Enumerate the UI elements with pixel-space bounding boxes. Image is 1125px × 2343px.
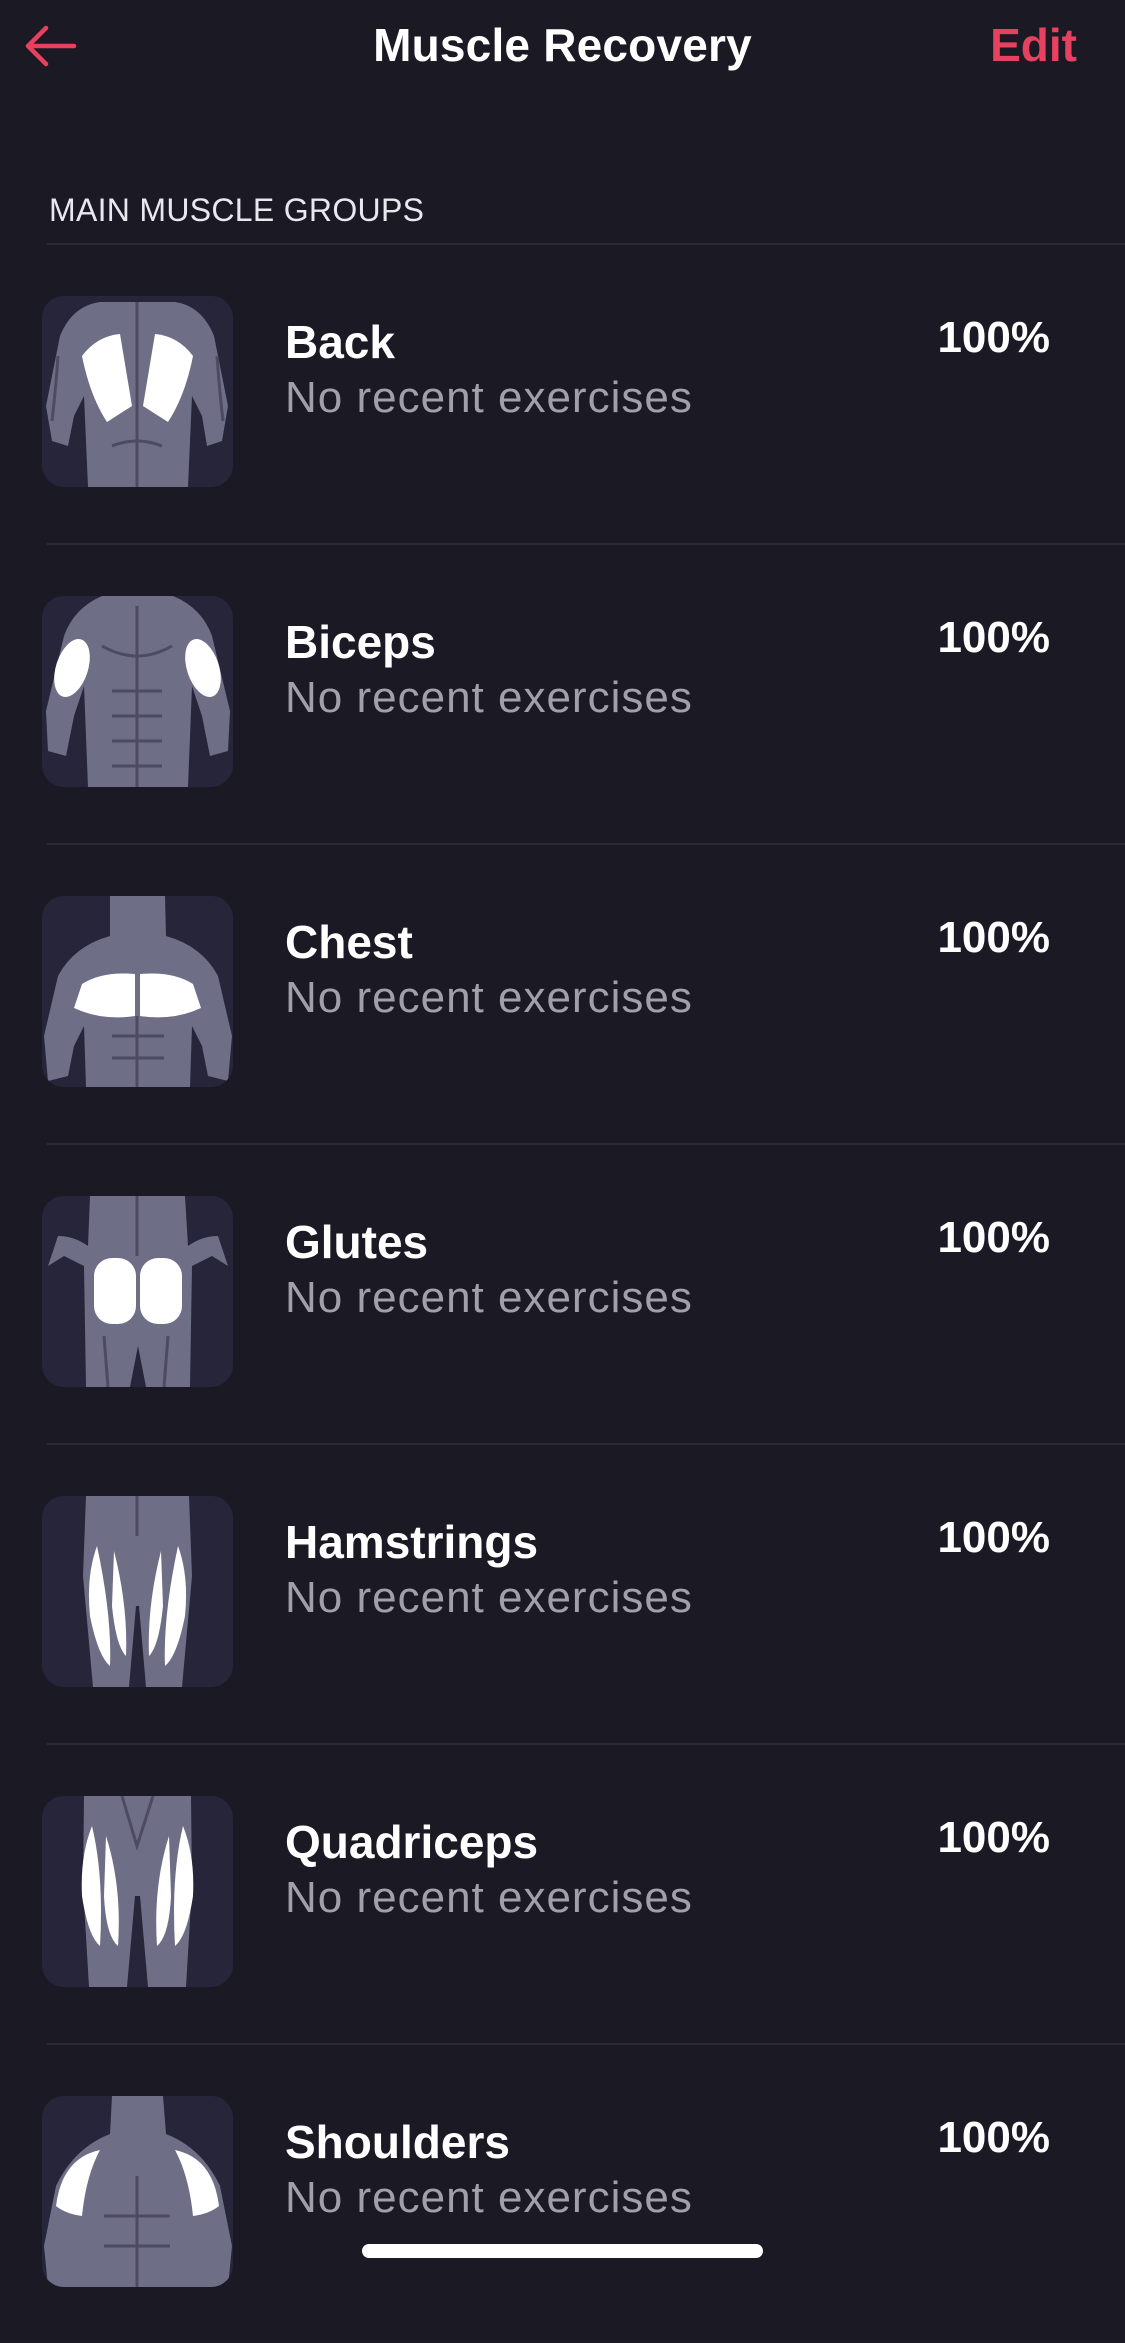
muscle-name: Quadriceps	[285, 1816, 539, 1868]
muscle-name: Back	[285, 316, 395, 368]
back-muscle-icon	[42, 296, 233, 487]
chest-muscle-icon	[42, 896, 233, 1087]
muscle-status: No recent exercises	[285, 1273, 693, 1322]
muscle-name: Hamstrings	[285, 1516, 539, 1568]
muscle-row-quadriceps[interactable]: Quadriceps No recent exercises 100%	[42, 1745, 1125, 2045]
section-header: MAIN MUSCLE GROUPS	[49, 192, 425, 228]
muscle-status: No recent exercises	[285, 973, 693, 1022]
muscle-status: No recent exercises	[285, 2173, 693, 2222]
navigation-bar: Muscle Recovery Edit	[0, 0, 1125, 100]
recovery-percent: 100%	[937, 1813, 1050, 1862]
muscle-status: No recent exercises	[285, 1573, 693, 1622]
hamstrings-muscle-icon	[42, 1496, 233, 1687]
muscle-row-chest[interactable]: Chest No recent exercises 100%	[42, 845, 1125, 1145]
muscle-name: Glutes	[285, 1216, 429, 1268]
muscle-row-back[interactable]: Back No recent exercises 100%	[42, 245, 1125, 545]
recovery-percent: 100%	[937, 2113, 1050, 2162]
biceps-muscle-icon	[42, 596, 233, 787]
muscle-row-glutes[interactable]: Glutes No recent exercises 100%	[42, 1145, 1125, 1445]
recovery-percent: 100%	[937, 313, 1050, 362]
muscle-status: No recent exercises	[285, 373, 693, 422]
muscle-status: No recent exercises	[285, 1873, 693, 1922]
glutes-muscle-icon	[42, 1196, 233, 1387]
edit-button[interactable]: Edit	[990, 18, 1077, 72]
muscle-name: Biceps	[285, 616, 436, 668]
recovery-percent: 100%	[937, 613, 1050, 662]
recovery-percent: 100%	[937, 913, 1050, 962]
muscle-row-shoulders[interactable]: Shoulders No recent exercises 100%	[42, 2045, 1125, 2343]
muscle-name: Chest	[285, 916, 413, 968]
recovery-percent: 100%	[937, 1213, 1050, 1262]
muscle-name: Shoulders	[285, 2116, 510, 2168]
shoulders-muscle-icon	[42, 2096, 233, 2287]
recovery-percent: 100%	[937, 1513, 1050, 1562]
muscle-list: Back No recent exercises 100% Biceps No …	[0, 245, 1125, 2343]
muscle-row-hamstrings[interactable]: Hamstrings No recent exercises 100%	[42, 1445, 1125, 1745]
muscle-status: No recent exercises	[285, 673, 693, 722]
page-title: Muscle Recovery	[373, 19, 752, 71]
home-indicator[interactable]	[362, 2244, 763, 2258]
muscle-row-biceps[interactable]: Biceps No recent exercises 100%	[42, 545, 1125, 845]
quadriceps-muscle-icon	[42, 1796, 233, 1987]
